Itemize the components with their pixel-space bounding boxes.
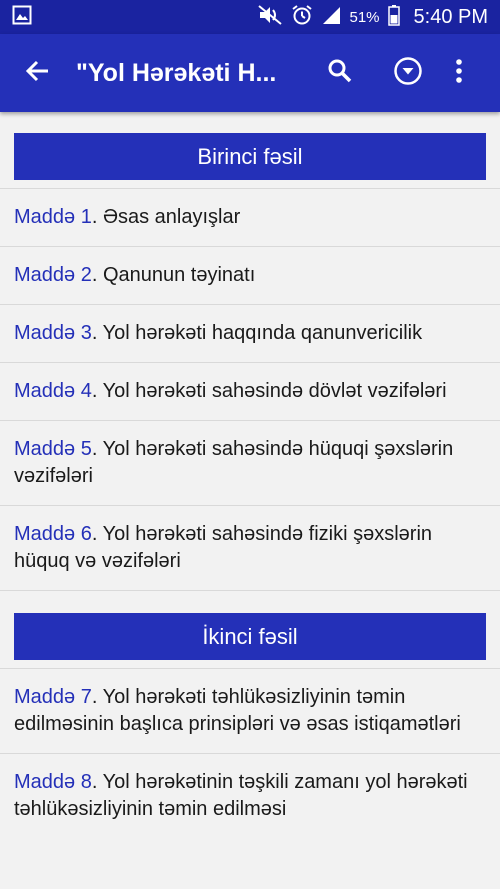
article-number: Maddə 4 [14, 380, 92, 402]
article-item-6[interactable]: Maddə 6. Yol hərəkəti sahəsində fiziki ş… [0, 505, 500, 591]
article-title: . Yol hərəkəti sahəsində dövlət vəzifələ… [91, 380, 447, 402]
article-number: Maddə 8 [14, 771, 92, 793]
article-item-4[interactable]: Maddə 4. Yol hərəkəti sahəsində dövlət v… [0, 362, 500, 420]
battery-percent: 51% [349, 8, 380, 26]
article-item-8[interactable]: Maddə 8. Yol hərəkətinin təşkili zamanı … [0, 753, 500, 838]
dropdown-button[interactable] [380, 34, 436, 112]
article-item-7[interactable]: Maddə 7. Yol hərəkəti təhlükəsizliyinin … [0, 668, 500, 753]
article-number: Maddə 7 [14, 686, 92, 708]
article-number: Maddə 3 [14, 322, 92, 344]
article-list: Birinci fəsil Maddə 1. Əsas anlayışlar M… [0, 112, 500, 889]
article-title: . Qanunun təyinatı [91, 264, 256, 286]
article-item-2[interactable]: Maddə 2. Qanunun təyinatı [0, 246, 500, 304]
gallery-notification-icon [12, 5, 32, 30]
page-title: "Yol Hərəkəti H... [76, 58, 277, 87]
overflow-menu-button[interactable] [436, 34, 482, 112]
mute-icon [257, 4, 283, 30]
arrow-back-icon [25, 58, 51, 89]
article-number: Maddə 5 [14, 438, 92, 460]
chapter-header-1[interactable]: Birinci fəsil [14, 133, 486, 180]
article-item-5[interactable]: Maddə 5. Yol hərəkəti sahəsində hüquqi ş… [0, 420, 500, 505]
battery-icon [387, 4, 400, 30]
more-vert-icon [455, 58, 463, 89]
article-title: . Əsas anlayışlar [91, 206, 241, 228]
signal-icon [321, 5, 341, 29]
article-item-1[interactable]: Maddə 1. Əsas anlayışlar [0, 188, 500, 246]
search-button[interactable] [312, 34, 368, 112]
article-number: Maddə 1 [14, 206, 92, 228]
article-number: Maddə 6 [14, 523, 92, 545]
article-number: Maddə 2 [14, 264, 92, 286]
article-title: . Yol hərəkəti haqqında qanunvericilik [91, 322, 423, 344]
status-time: 5:40 PM [413, 5, 488, 28]
chapter-header-2[interactable]: İkinci fəsil [14, 613, 486, 660]
app-bar: "Yol Hərəkəti H... [0, 34, 500, 112]
status-bar: 51% 5:40 PM [0, 0, 500, 34]
article-item-3[interactable]: Maddə 3. Yol hərəkəti haqqında qanunveri… [0, 304, 500, 362]
back-button[interactable] [0, 34, 76, 112]
arrow-drop-down-circle-icon [393, 56, 423, 91]
alarm-icon [291, 4, 313, 30]
search-icon [327, 58, 353, 89]
